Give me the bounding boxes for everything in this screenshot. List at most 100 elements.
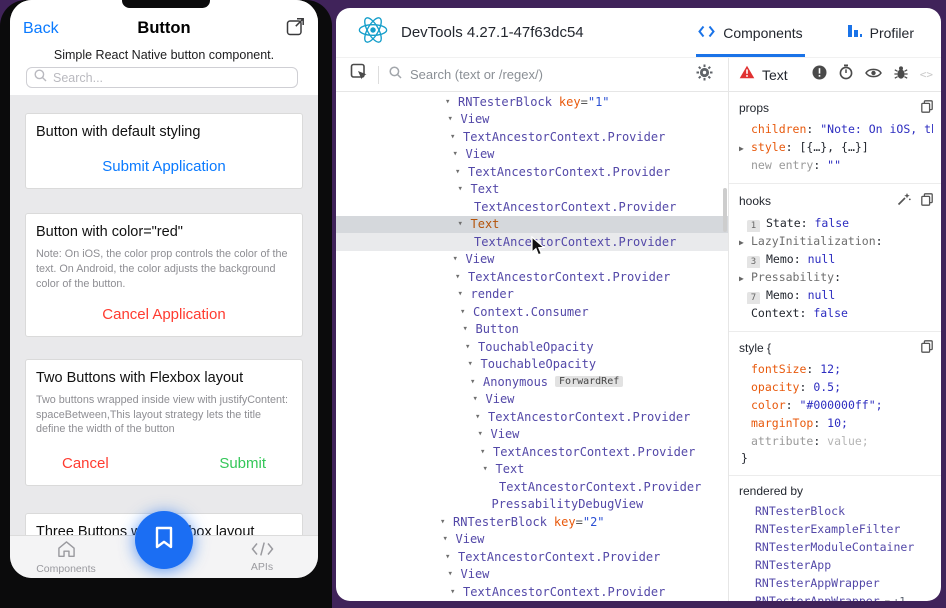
tree-row[interactable]: ▾View — [336, 426, 728, 444]
tree-row[interactable]: TextAncestorContext.Provider — [336, 198, 728, 216]
expand-arrow-icon[interactable]: ▾ — [455, 167, 468, 177]
expand-arrow-icon[interactable]: ▾ — [480, 447, 493, 457]
expand-arrow-icon[interactable]: ▾ — [450, 587, 463, 597]
tree-row[interactable]: ▾Text — [336, 216, 728, 234]
tree-row[interactable]: ▾View — [336, 146, 728, 164]
copy-icon[interactable] — [921, 100, 933, 116]
hook-row[interactable]: Context: false — [739, 304, 933, 322]
tab-apis[interactable]: APIs — [214, 536, 310, 578]
phone-search-box[interactable] — [26, 67, 298, 88]
tree-row[interactable]: ▾AnonymousForwardRef — [336, 373, 728, 391]
expand-arrow-icon[interactable]: ▾ — [460, 307, 473, 317]
tree-row[interactable]: ▾View — [336, 391, 728, 409]
tree-row[interactable]: ▾View — [336, 531, 728, 549]
tree-row[interactable]: ▾TextAncestorContext.Provider — [336, 128, 728, 146]
style-row[interactable]: marginTop: 10; — [739, 414, 933, 432]
rn-button[interactable]: Cancel — [62, 455, 109, 472]
inspect-element-icon[interactable] — [350, 63, 368, 86]
tree-row[interactable]: ▾TextAncestorContext.Provider — [336, 268, 728, 286]
tree-row[interactable]: ▾TextAncestorContext.Provider — [336, 408, 728, 426]
expand-arrow-icon[interactable]: ▾ — [458, 184, 471, 194]
hook-row[interactable]: 1State: false — [739, 214, 933, 232]
style-row[interactable]: color: "#000000ff"; — [739, 396, 933, 414]
phone-search-input[interactable] — [53, 71, 290, 85]
expand-arrow-icon[interactable]: ▾ — [455, 272, 468, 282]
tree-row[interactable]: ▾Context.Consumer — [336, 303, 728, 321]
tree-row[interactable]: ▾TextAncestorContext.Provider — [336, 443, 728, 461]
expand-arrow-icon[interactable]: ▾ — [465, 342, 478, 352]
inspect-eye-icon[interactable] — [865, 66, 882, 84]
tab-components[interactable]: Components — [696, 8, 804, 57]
rendered-by-owner[interactable]: RNTesterApp — [739, 556, 933, 574]
hook-row[interactable]: ▶Pressability: — [739, 268, 933, 286]
rendered-by-owner[interactable]: RNTesterExampleFilter — [739, 520, 933, 538]
tree-row[interactable]: PressabilityDebugView — [336, 496, 728, 514]
tree-row[interactable]: ▾Text — [336, 181, 728, 199]
expand-arrow-icon[interactable]: ▾ — [483, 464, 496, 474]
tree-row[interactable]: ▾View — [336, 566, 728, 584]
open-external-icon[interactable] — [286, 17, 305, 41]
rendered-by-owner[interactable]: RNTesterAppWrapper≡+1 — [739, 592, 933, 601]
tree-row[interactable]: ▾Button — [336, 321, 728, 339]
tree-row[interactable]: TextAncestorContext.Provider — [336, 478, 728, 496]
rendered-by-owner[interactable]: RNTesterModuleContainer — [739, 538, 933, 556]
hook-row[interactable]: 7Memo: null — [739, 286, 933, 304]
expand-arrow-icon[interactable]: ▾ — [458, 219, 471, 229]
tab-components[interactable]: Components — [18, 536, 114, 578]
expand-arrow-icon[interactable]: ▶ — [739, 140, 751, 156]
bookmark-fab-button[interactable] — [135, 511, 193, 569]
prop-row[interactable]: ▶style: [{…}, {…}] — [739, 138, 933, 156]
expand-arrow-icon[interactable]: ▾ — [440, 517, 453, 527]
devtools-search-input[interactable] — [410, 67, 696, 82]
tree-row[interactable]: ▾TextAncestorContext.Provider — [336, 548, 728, 566]
expand-arrow-icon[interactable]: ▾ — [463, 324, 476, 334]
debug-bug-icon[interactable] — [894, 65, 908, 85]
expand-arrow-icon[interactable]: ▾ — [468, 359, 481, 369]
expand-arrow-icon[interactable]: ▾ — [445, 97, 458, 107]
expand-arrow-icon[interactable]: ▶ — [739, 234, 751, 250]
settings-gear-icon[interactable] — [696, 64, 713, 86]
expand-arrow-icon[interactable]: ▾ — [473, 394, 486, 404]
prop-row[interactable]: new entry: "" — [739, 156, 933, 174]
copy-icon[interactable] — [921, 193, 933, 209]
copy-icon[interactable] — [921, 340, 933, 356]
style-row[interactable]: attribute: value; — [739, 432, 933, 450]
expand-arrow-icon[interactable]: ▶ — [739, 270, 751, 286]
error-icon[interactable] — [812, 65, 827, 85]
tab-profiler[interactable]: Profiler — [845, 8, 916, 57]
view-source-icon[interactable]: <> — [920, 68, 933, 81]
expand-arrow-icon[interactable]: ▾ — [445, 552, 458, 562]
parse-hooks-wand-icon[interactable] — [897, 192, 911, 209]
expand-arrow-icon[interactable]: ▾ — [443, 534, 456, 544]
tree-row[interactable]: ▾render — [336, 286, 728, 304]
rendered-by-owner[interactable]: RNTesterAppWrapper — [739, 574, 933, 592]
expand-arrow-icon[interactable]: ▾ — [453, 149, 466, 159]
expand-arrow-icon[interactable]: ▾ — [450, 132, 463, 142]
expand-arrow-icon[interactable]: ▾ — [453, 254, 466, 264]
rn-button[interactable]: Submit — [219, 455, 266, 472]
tree-scrollbar-thumb[interactable] — [723, 188, 727, 232]
hook-row[interactable]: 3Memo: null — [739, 250, 933, 268]
tree-row[interactable]: ▾View — [336, 111, 728, 129]
expand-arrow-icon[interactable]: ▾ — [470, 377, 483, 387]
suspense-stopwatch-icon[interactable] — [839, 64, 853, 85]
tree-row[interactable]: ▾TouchableOpacity — [336, 356, 728, 374]
prop-row[interactable]: children: "Note: On iOS, the — [739, 120, 933, 138]
rendered-by-owner[interactable]: RNTesterBlock — [739, 502, 933, 520]
expand-arrow-icon[interactable]: ▾ — [475, 412, 488, 422]
expand-arrow-icon[interactable]: ▾ — [448, 569, 461, 579]
expand-arrow-icon[interactable]: ▾ — [448, 114, 461, 124]
expand-arrow-icon[interactable]: ▾ — [478, 429, 491, 439]
devtools-search[interactable] — [389, 66, 696, 84]
tree-row[interactable]: ▾TouchableOpacity — [336, 338, 728, 356]
tree-row[interactable]: ▾TextAncestorContext.Provider — [336, 583, 728, 601]
style-row[interactable]: fontSize: 12; — [739, 360, 933, 378]
tree-row[interactable]: ▾RNTesterBlockkey="1" — [336, 93, 728, 111]
rn-button[interactable]: Cancel Application — [102, 306, 225, 323]
expand-arrow-icon[interactable]: ▾ — [458, 289, 471, 299]
hook-row[interactable]: ▶LazyInitialization: — [739, 232, 933, 250]
tree-row[interactable]: ▾RNTesterBlockkey="2" — [336, 513, 728, 531]
rn-button[interactable]: Submit Application — [102, 158, 225, 175]
tree-row[interactable]: ▾TextAncestorContext.Provider — [336, 163, 728, 181]
tree-row[interactable]: ▾Text — [336, 461, 728, 479]
